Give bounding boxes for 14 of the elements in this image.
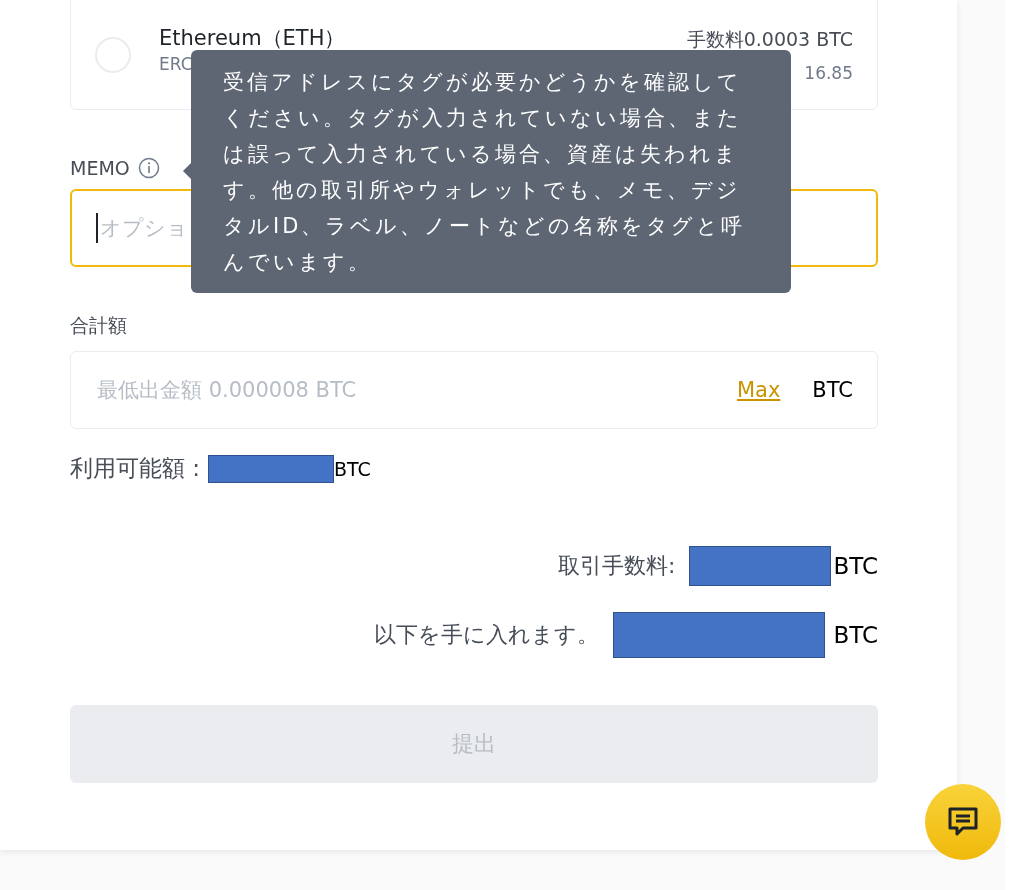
- amount-unit: BTC: [812, 378, 853, 402]
- amount-label: 合計額: [70, 313, 127, 338]
- fee-value: 16.85: [804, 63, 853, 83]
- summary-unit: BTC: [833, 553, 878, 579]
- tooltip-text: 受信アドレスにタグが必要かどうかを確認してください。タグが入力されていない場合、または誤って入力されている場合、資産は失われます。他の取引所やウォレットでも、メモ、デジタルID、ラベル、ノートなどの名称をタグと呼んでいます。: [223, 69, 747, 276]
- memo-label: MEMO: [70, 157, 130, 179]
- network-protocol: ERC: [159, 54, 194, 74]
- summary-label: 取引手数料:: [558, 552, 676, 580]
- network-fee: 手数料0.0003 BTC: [686, 27, 853, 52]
- summary-label: 以下を手に入れます。: [374, 621, 600, 649]
- available-label: 利用可能額 :: [70, 454, 201, 483]
- summary-unit: BTC: [833, 622, 878, 648]
- network-name: Ethereum（ETH）: [159, 25, 346, 52]
- available-unit: BTC: [334, 457, 371, 480]
